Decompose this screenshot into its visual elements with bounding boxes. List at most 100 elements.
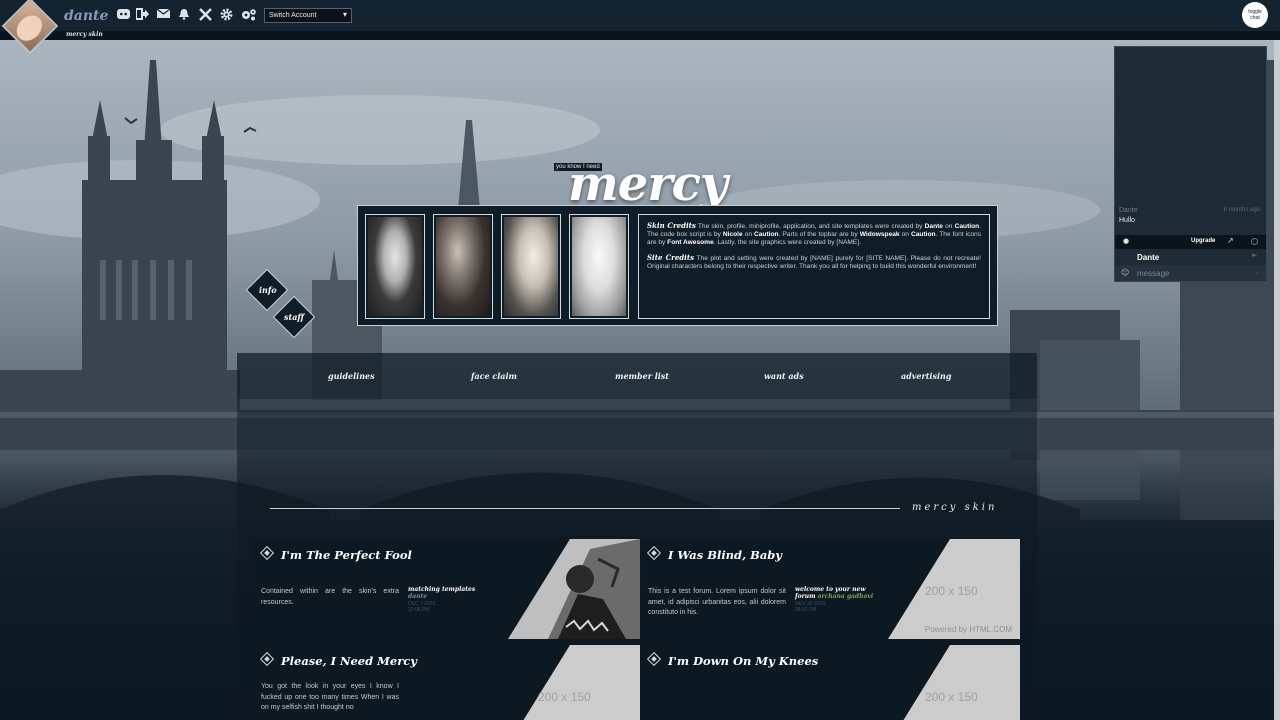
image-size-label: 200 x 150 (925, 690, 978, 704)
switch-account-select[interactable]: Switch Account ▾ (264, 8, 352, 23)
forum-last-post: matching templates dante DEC 7 2020, 12:… (408, 586, 498, 613)
credit-name: Font Awesome (667, 239, 714, 246)
portrait-1-image (368, 217, 422, 316)
skin-name: mercy skin (66, 31, 103, 38)
topbar-subbar (0, 32, 1280, 40)
last-post-time: 08:53 PM (795, 607, 817, 613)
chat-message-text: Hullo (1119, 217, 1135, 224)
logout-icon[interactable] (134, 8, 149, 22)
forum-description: Contained within are the skin's extra re… (261, 588, 399, 606)
upgrade-link[interactable]: Upgrade (1191, 238, 1215, 244)
page-scrollbar[interactable] (1274, 40, 1280, 720)
emoji-icon[interactable]: ☺ (1121, 268, 1129, 277)
last-post-time: 12:08 PM (408, 607, 430, 613)
forum-row: I Was Blind, Baby This is a test forum. … (641, 539, 1020, 639)
category-divider (270, 508, 900, 509)
nav-face-claim[interactable]: face claim (471, 371, 517, 381)
portrait-4-image (572, 217, 626, 316)
category-title: mercy skin (912, 502, 998, 513)
credit-name: Dante (924, 223, 943, 230)
forum-image-placeholder (903, 645, 1020, 720)
forum-diamond-icon (259, 651, 275, 667)
username-link[interactable]: dante (64, 8, 108, 24)
forum-description: This is a test forum. Lorem ipsum dolor … (648, 588, 786, 617)
header-box: Skin Credits The skin, profile, miniprof… (357, 205, 998, 326)
chevron-down-icon: ▾ (342, 10, 347, 19)
portrait-4 (569, 214, 629, 319)
info-link[interactable]: info (259, 285, 277, 295)
portrait-3-image (504, 217, 558, 316)
forum-last-post: welcome to your new forum archana gadhav… (795, 586, 885, 613)
last-post-title-link[interactable]: welcome to your new forum archana gadhav… (795, 586, 885, 600)
skin-credits-text: on (899, 231, 911, 238)
settings-circle-icon[interactable] (1251, 238, 1258, 245)
envelope-icon[interactable] (156, 8, 170, 22)
chat-current-user: Dante (1137, 253, 1160, 262)
forum-image (508, 539, 640, 639)
site-credits-text: The plot and setting were created by [NA… (647, 255, 982, 270)
credit-name: Nicole (722, 231, 743, 238)
toggle-chat-button[interactable]: toggle chat (1242, 2, 1268, 28)
tools-icon[interactable] (198, 8, 212, 22)
portrait-1 (365, 214, 425, 319)
external-link-icon[interactable]: ↗ (1227, 236, 1234, 245)
user-icon[interactable]: ● (1123, 237, 1129, 245)
chat-message-input[interactable]: ☺ message (1115, 265, 1266, 281)
discord-icon[interactable] (116, 8, 130, 22)
skin-credits-heading: Skin Credits (647, 221, 696, 230)
main-nav: guidelines face claim member list want a… (237, 353, 1037, 399)
avatar-face (11, 10, 47, 46)
skin-credits-text: . Parts of the topbar are by (778, 231, 860, 238)
forum-title-link[interactable]: I'm Down On My Knees (668, 654, 818, 668)
volume-icon[interactable]: ► (1252, 251, 1257, 259)
gear-icon[interactable] (219, 8, 233, 22)
forum-diamond-icon (646, 651, 662, 667)
skin-credits-text: on (942, 223, 955, 230)
forum-diamond-icon (259, 545, 275, 561)
toggle-chat-label-line2: chat (1250, 15, 1260, 21)
skin-credits-text: . Lastly, the site graphics were created… (713, 239, 861, 246)
credit-name: Caution (754, 231, 779, 238)
skin-credits: Skin Credits The skin, profile, miniprof… (647, 222, 981, 247)
portrait-2-image (436, 217, 490, 316)
bell-icon[interactable] (177, 8, 191, 22)
last-post-author-link[interactable]: dante (408, 593, 498, 600)
nav-advertising[interactable]: advertising (901, 371, 951, 381)
nav-want-ads[interactable]: want ads (764, 371, 804, 381)
nav-member-list[interactable]: member list (615, 371, 669, 381)
switch-account-label: Switch Account (269, 12, 317, 19)
forum-row: Please, I Need Mercy You got the look in… (254, 645, 640, 720)
chat-message-time: 6 months ago (1223, 207, 1260, 213)
credit-name: Widowspeak (859, 231, 900, 238)
portrait-3 (501, 214, 561, 319)
forum-description: You got the look in your eyes I know I f… (261, 683, 399, 712)
chatbox: Dante 6 months ago Hullo ● Upgrade ↗ Dan… (1114, 46, 1267, 282)
forum-row: I'm Down On My Knees 200 x 150 (641, 645, 1020, 720)
staff-link[interactable]: staff (284, 312, 304, 322)
forum-title-link[interactable]: I Was Blind, Baby (668, 548, 782, 562)
cogs-icon[interactable] (240, 8, 257, 22)
chat-toolbar: ● Upgrade ↗ (1115, 235, 1266, 249)
last-post-author-link[interactable]: archana gadhavi (818, 593, 874, 600)
image-size-label: 200 x 150 (538, 690, 591, 704)
nav-band (237, 399, 1037, 451)
credit-name: Caution (910, 231, 936, 238)
chat-message-author[interactable]: Dante (1119, 207, 1138, 214)
forum-title-link[interactable]: I'm The Perfect Fool (281, 548, 412, 562)
forum-row: I'm The Perfect Fool Contained within ar… (254, 539, 640, 639)
credit-name: Caution (954, 223, 980, 230)
portrait-2 (433, 214, 493, 319)
forum-diamond-icon (646, 545, 662, 561)
topbar (0, 0, 1280, 32)
site-credits: Site Credits The plot and setting were c… (647, 254, 981, 271)
send-icon[interactable]: › (1256, 269, 1259, 277)
site-tagline: you know I need (554, 163, 602, 171)
image-size-label: 200 x 150 (925, 584, 978, 598)
forum-image-placeholder (523, 645, 640, 720)
credits-panel: Skin Credits The skin, profile, miniprof… (638, 214, 990, 319)
last-post-title-link[interactable]: matching templates (408, 586, 498, 593)
forum-title-link[interactable]: Please, I Need Mercy (281, 654, 417, 668)
skin-credits-text: The skin, profile, miniprofile, applicat… (697, 223, 925, 230)
nav-guidelines[interactable]: guidelines (328, 371, 375, 381)
chat-input-placeholder: message (1137, 269, 1170, 278)
